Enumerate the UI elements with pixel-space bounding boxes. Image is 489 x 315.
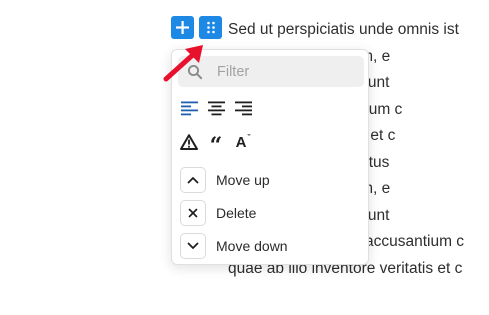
alignment-tools	[178, 96, 254, 120]
align-right-icon	[234, 101, 252, 115]
format-tools: “ Aˇ	[178, 130, 254, 159]
font-size-button[interactable]: Aˇ	[232, 130, 254, 154]
align-center-button[interactable]	[205, 96, 227, 120]
font-size-icon: Aˇ	[235, 132, 251, 151]
quote-icon: “	[209, 133, 223, 159]
delete-label: Delete	[216, 205, 257, 221]
chevron-up-icon	[187, 177, 199, 184]
move-down-label: Move down	[216, 238, 288, 254]
plus-icon	[176, 21, 189, 34]
delete-icon-box	[180, 200, 206, 226]
align-left-icon	[180, 101, 198, 115]
align-center-icon	[207, 101, 225, 115]
align-left-button[interactable]	[178, 96, 200, 120]
paragraph-line: Sed ut perspiciatis unde omnis ist	[228, 21, 459, 38]
annotation-arrow-icon	[163, 45, 203, 82]
move-up-label: Move up	[216, 172, 270, 188]
warning-icon	[180, 134, 198, 150]
block-settings-button[interactable]	[199, 16, 222, 39]
delete-item[interactable]: Delete	[180, 199, 360, 227]
warning-button[interactable]	[178, 130, 200, 154]
move-down-item[interactable]: Move down	[180, 232, 360, 260]
drag-handle-icon	[206, 21, 215, 34]
move-down-icon-box	[180, 233, 206, 259]
add-block-button[interactable]	[171, 16, 194, 39]
chevron-down-icon	[187, 242, 199, 249]
filter-input[interactable]	[217, 63, 347, 80]
move-up-item[interactable]: Move up	[180, 166, 360, 194]
quote-button[interactable]: “	[205, 130, 227, 159]
align-right-button[interactable]	[232, 96, 254, 120]
move-up-icon-box	[180, 167, 206, 193]
close-icon	[188, 208, 198, 218]
